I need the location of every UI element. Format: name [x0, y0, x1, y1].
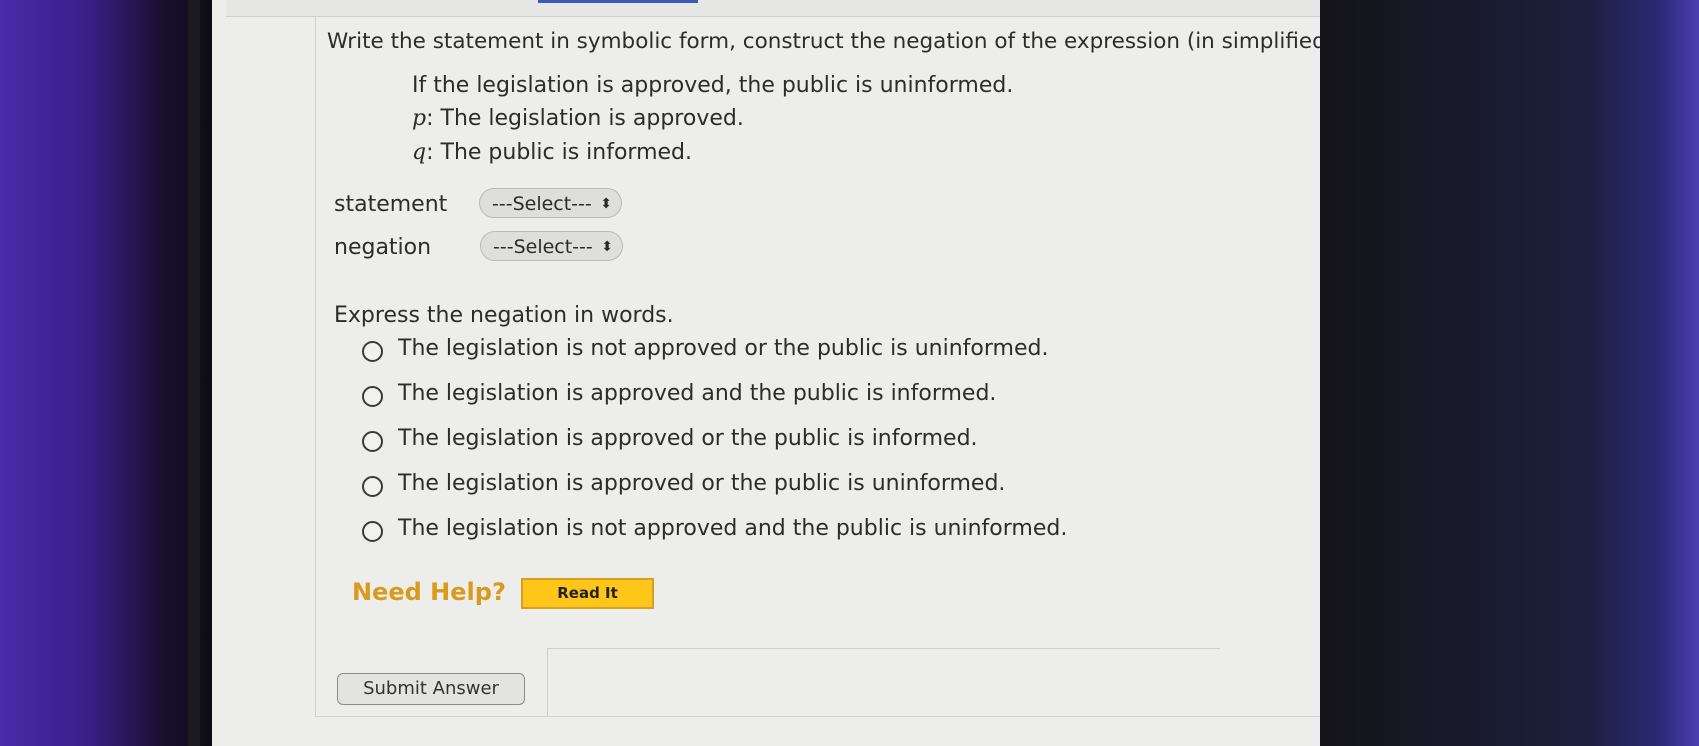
option-4-label: The legislation is approved or the publi…: [398, 471, 1006, 496]
top-accent: [538, 0, 698, 3]
radio-button[interactable]: [362, 386, 383, 407]
radio-button[interactable]: [362, 521, 383, 542]
negation-label: negation: [334, 235, 432, 260]
negation-select[interactable]: ---Select--- ⬍: [480, 231, 623, 261]
option-3-label: The legislation is approved or the publi…: [398, 426, 978, 451]
divider: [547, 648, 1220, 649]
question-prompt: Write the statement in symbolic form, co…: [327, 29, 1320, 54]
top-bar: [226, 0, 1320, 17]
negation-select-value: ---Select---: [493, 236, 593, 258]
statement-select-value: ---Select---: [492, 193, 592, 215]
submit-answer-button[interactable]: Submit Answer: [337, 673, 525, 705]
screen: Write the statement in symbolic form, co…: [212, 0, 1320, 746]
background-left: [0, 0, 215, 746]
radio-button[interactable]: [362, 341, 383, 362]
q-definition: q: The public is informed.: [412, 140, 692, 165]
chevron-updown-icon: ⬍: [600, 196, 612, 212]
statement-select[interactable]: ---Select--- ⬍: [479, 188, 622, 218]
q-definition-text: : The public is informed.: [426, 140, 693, 165]
p-variable: p: [412, 106, 427, 131]
background-right: [1318, 0, 1699, 746]
divider-vertical: [547, 648, 548, 716]
radio-button[interactable]: [362, 476, 383, 497]
read-it-button[interactable]: Read It: [521, 578, 654, 609]
question-sentence: If the legislation is approved, the publ…: [412, 73, 1014, 98]
statement-label: statement: [334, 192, 448, 217]
p-definition-text: : The legislation is approved.: [426, 106, 744, 131]
option-1-label: The legislation is not approved or the p…: [398, 336, 1049, 361]
words-prompt: Express the negation in words.: [334, 303, 674, 328]
option-5-label: The legislation is not approved and the …: [398, 516, 1068, 541]
p-definition: p: The legislation is approved.: [412, 106, 744, 131]
monitor-bezel: [188, 0, 200, 746]
option-2-label: The legislation is approved and the publ…: [398, 381, 997, 406]
chevron-updown-icon: ⬍: [601, 239, 613, 255]
need-help-label: Need Help?: [352, 578, 506, 606]
radio-button[interactable]: [362, 431, 383, 452]
q-variable: q: [412, 140, 427, 165]
